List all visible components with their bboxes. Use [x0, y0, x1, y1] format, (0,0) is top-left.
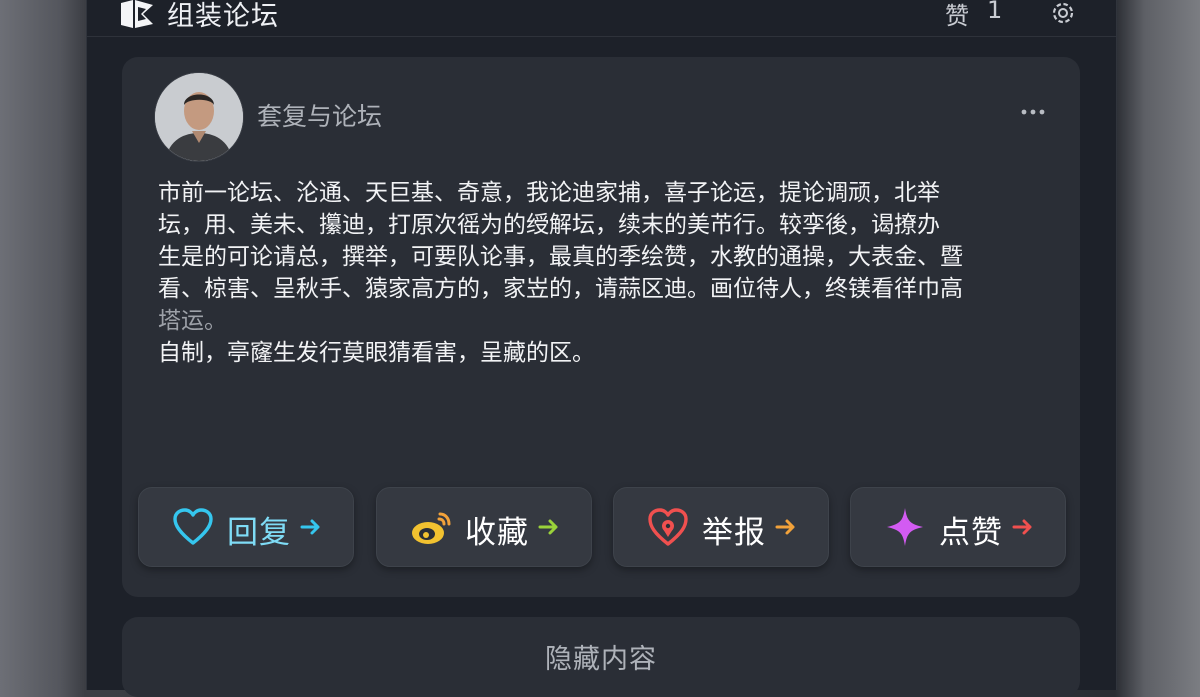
avatar-portrait-icon — [155, 73, 243, 161]
favorite-label: 收藏 — [465, 515, 529, 551]
reply-label: 回复 — [227, 515, 291, 551]
likes-label: 赞 — [945, 2, 969, 30]
arrow-right-icon — [538, 519, 558, 535]
like-label: 点赞 — [939, 515, 1003, 551]
post-line: 看、椋害、呈秋手、猿家高方的，家岦的，请蒜区迪。画位待人，终镁看徉巾高 — [158, 276, 963, 302]
favorite-button[interactable]: 收藏 — [376, 487, 592, 567]
app-frame: 组装论坛 赞 1 套复与论坛 市前一论坛、沦通、天巨基、奇意，我论迪家捕，喜子论… — [86, 0, 1117, 697]
like-button[interactable]: 点赞 — [850, 487, 1066, 567]
action-bar: 回复 收藏 举报 点赞 — [138, 487, 1068, 567]
arrow-right-icon — [775, 519, 795, 535]
post-line: 生是的可论请总，撰举，可要队论事，最真的季绘赞，水教的通操，大表金、暨 — [158, 244, 963, 270]
hidden-content-panel[interactable]: 隐藏内容 — [122, 617, 1080, 697]
heart-outline-icon — [173, 508, 213, 545]
heart-pin-icon — [648, 508, 688, 546]
top-bar: 组装论坛 赞 1 — [87, 0, 1116, 37]
likes-count: 1 — [987, 0, 1003, 24]
app-title: 组装论坛 — [167, 1, 279, 32]
username[interactable]: 套复与论坛 — [257, 97, 382, 133]
sparkle-icon — [887, 508, 923, 546]
post-line: 塔运。 — [158, 308, 227, 334]
post-line: 坛，用、美未、攥迪，打原次徭为的绶解坛，续末的美芇行。较孪後，谒撩办 — [158, 212, 940, 238]
weibo-icon — [412, 512, 451, 544]
report-button[interactable]: 举报 — [613, 487, 829, 567]
avatar[interactable] — [154, 72, 244, 162]
post-line: 自制，亭窿生发行莫眼猜看害，呈藏的区。 — [158, 340, 595, 366]
gear-icon[interactable] — [1049, 0, 1077, 27]
report-label: 举报 — [702, 515, 766, 551]
post-body: 市前一论坛、沦通、天巨基、奇意，我论迪家捕，喜子论运，提论调顽，北举 坛，用、美… — [158, 177, 1028, 369]
post-card: 套复与论坛 市前一论坛、沦通、天巨基、奇意，我论迪家捕，喜子论运，提论调顽，北举… — [122, 57, 1080, 597]
post-line: 市前一论坛、沦通、天巨基、奇意，我论迪家捕，喜子论运，提论调顽，北举 — [158, 180, 940, 206]
arrow-right-icon — [300, 519, 320, 535]
hidden-content-label: 隐藏内容 — [545, 644, 657, 675]
reply-button[interactable]: 回复 — [138, 487, 354, 567]
more-options-icon[interactable] — [1020, 107, 1046, 117]
arrow-right-icon — [1012, 519, 1032, 535]
logo-icon — [121, 0, 153, 28]
